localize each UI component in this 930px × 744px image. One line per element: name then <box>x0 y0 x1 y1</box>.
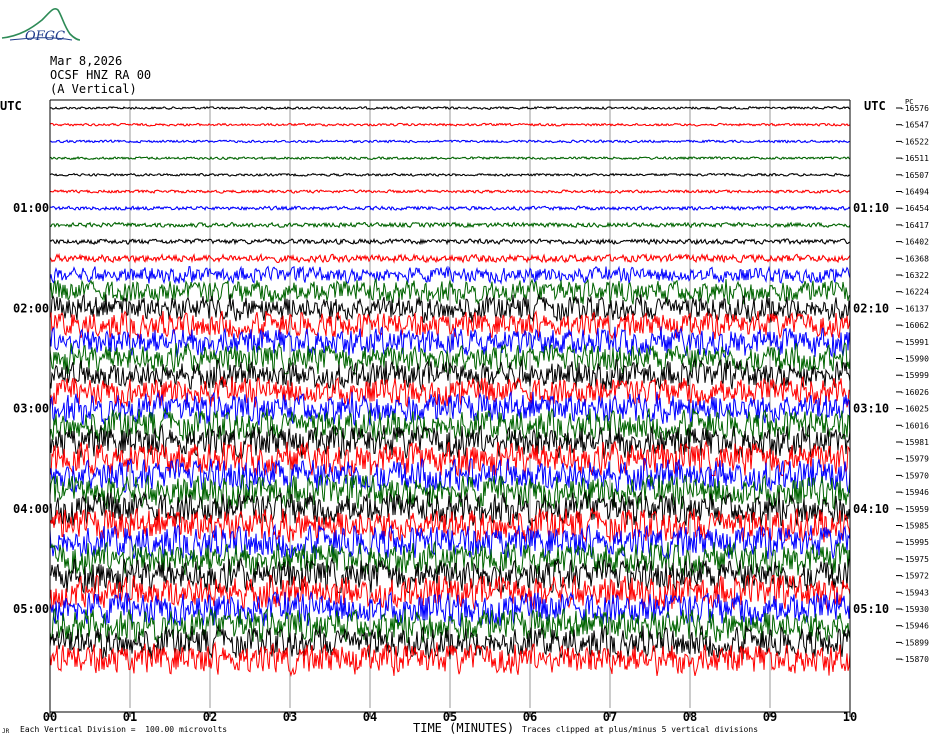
hour-label-left-02:00: 02:00 <box>13 301 49 315</box>
offset-label-22: -15970 <box>900 471 929 480</box>
offset-label-10: -16322 <box>900 271 929 280</box>
x-tick-label-04: 04 <box>363 710 377 724</box>
offset-label-32: -15899 <box>900 638 929 647</box>
pc-label: PC <box>905 98 913 106</box>
offset-label-20: -15981 <box>900 438 929 447</box>
hour-label-left-03:00: 03:00 <box>13 402 49 416</box>
offset-label-27: -15975 <box>900 555 929 564</box>
offset-label-31: -15946 <box>900 622 929 631</box>
offset-label-15: -15990 <box>900 355 929 364</box>
offset-label-24: -15959 <box>900 505 929 514</box>
credit-mark: JR <box>2 728 10 735</box>
offset-label-18: -16025 <box>900 405 929 414</box>
offset-label-19: -16016 <box>900 421 929 430</box>
offset-label-14: -15991 <box>900 338 929 347</box>
hour-label-right-05:10: 05:10 <box>853 602 889 616</box>
hour-label-right-04:10: 04:10 <box>853 502 889 516</box>
offset-label-21: -15979 <box>900 455 929 464</box>
offset-label-26: -15995 <box>900 538 929 547</box>
hour-label-left-04:00: 04:00 <box>13 502 49 516</box>
hour-label-right-03:10: 03:10 <box>853 402 889 416</box>
scale-note: Each Vertical Division = 100.00 microvol… <box>20 725 228 734</box>
hour-label-right-02:10: 02:10 <box>853 301 889 315</box>
x-axis-label: TIME (MINUTES) <box>413 721 515 735</box>
x-tick-label-03: 03 <box>283 710 297 724</box>
offset-label-9: -16368 <box>900 254 929 263</box>
x-tick-label-00: 00 <box>43 710 57 724</box>
offset-label-7: -16417 <box>900 221 929 230</box>
offset-label-6: -16454 <box>900 204 929 213</box>
offset-label-23: -15946 <box>900 488 929 497</box>
offset-label-8: -16402 <box>900 238 929 247</box>
offset-label-25: -15985 <box>900 522 929 531</box>
clip-note: Traces clipped at plus/minus 5 vertical … <box>522 725 759 734</box>
offset-label-17: -16026 <box>900 388 929 397</box>
offset-label-33: -15870 <box>900 655 929 664</box>
x-tick-label-01: 01 <box>123 710 137 724</box>
x-tick-label-06: 06 <box>523 710 537 724</box>
x-tick-label-07: 07 <box>603 710 617 724</box>
offset-label-11: -16224 <box>900 288 929 297</box>
offset-label-3: -16511 <box>900 154 929 163</box>
offset-label-12: -16137 <box>900 304 929 313</box>
offset-label-5: -16494 <box>900 188 929 197</box>
seismogram-plot: -16576-16547-16522-16511-16507-16494-164… <box>13 98 929 724</box>
hour-label-right-01:10: 01:10 <box>853 201 889 215</box>
x-tick-label-10: 10 <box>843 710 857 724</box>
offset-label-2: -16522 <box>900 137 929 146</box>
offset-label-16: -15999 <box>900 371 929 380</box>
offset-label-29: -15943 <box>900 588 929 597</box>
offset-label-30: -15930 <box>900 605 929 614</box>
offset-label-13: -16062 <box>900 321 929 330</box>
hour-label-left-05:00: 05:00 <box>13 602 49 616</box>
offset-label-28: -15972 <box>900 572 929 581</box>
hour-label-left-01:00: 01:00 <box>13 201 49 215</box>
x-tick-label-08: 08 <box>683 710 697 724</box>
x-tick-label-09: 09 <box>763 710 777 724</box>
offset-label-4: -16507 <box>900 171 929 180</box>
offset-label-1: -16547 <box>900 121 929 130</box>
x-tick-label-02: 02 <box>203 710 217 724</box>
